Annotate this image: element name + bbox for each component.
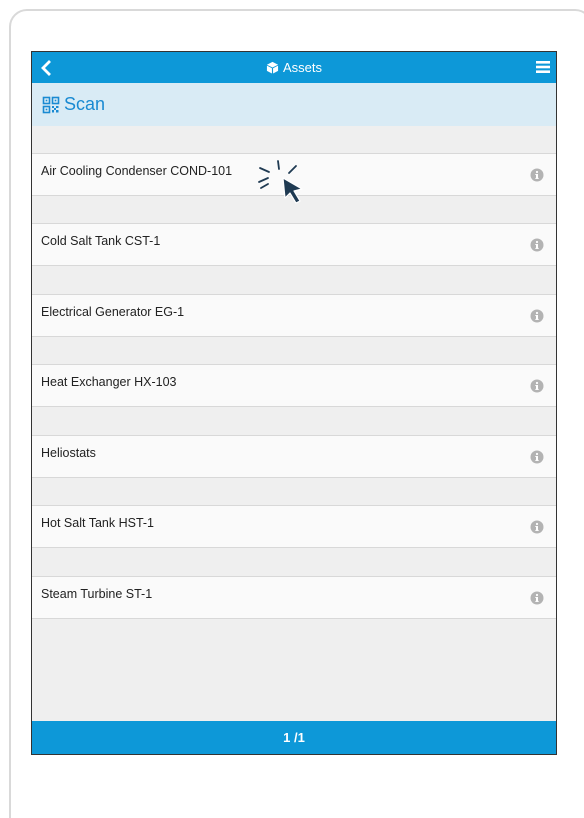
info-icon[interactable] [530,591,544,605]
asset-name: Electrical Generator EG-1 [41,305,185,319]
asset-item-steam-turbine[interactable]: Steam Turbine ST-1 [32,576,556,619]
back-button[interactable] [38,59,56,77]
asset-item-heliostats[interactable]: Heliostats [32,435,556,478]
asset-name: Air Cooling Condenser COND-101 [41,164,233,178]
page-indicator: 1 /1 [283,730,305,745]
asset-item-heat-exchanger[interactable]: Heat Exchanger HX-103 [32,364,556,407]
info-icon[interactable] [530,168,544,182]
info-icon[interactable] [530,450,544,464]
asset-name: Heliostats [41,446,96,460]
info-icon[interactable] [530,309,544,323]
asset-name: Steam Turbine ST-1 [41,587,153,601]
hamburger-menu-icon [536,61,550,73]
scan-button[interactable]: Scan [32,83,556,126]
asset-name: Heat Exchanger HX-103 [41,375,177,389]
header-title-group: Assets [32,52,556,83]
info-icon[interactable] [530,238,544,252]
top-bar: Assets [32,52,556,83]
asset-item-air-cooling-condenser[interactable]: Air Cooling Condenser COND-101 [32,153,556,196]
asset-name: Hot Salt Tank HST-1 [41,516,155,530]
qr-code-icon [42,96,60,113]
asset-name: Cold Salt Tank CST-1 [41,234,161,248]
asset-item-electrical-generator[interactable]: Electrical Generator EG-1 [32,294,556,337]
menu-button[interactable] [535,59,551,75]
info-icon[interactable] [530,520,544,534]
asset-item-hot-salt-tank[interactable]: Hot Salt Tank HST-1 [32,505,556,548]
page-title: Assets [282,60,322,75]
cube-icon [266,61,279,74]
asset-item-cold-salt-tank[interactable]: Cold Salt Tank CST-1 [32,223,556,266]
scan-label: Scan [64,94,106,114]
chevron-left-icon [41,60,51,76]
info-icon[interactable] [530,379,544,393]
pagination-bar: 1 /1 [32,721,556,754]
app-screen: Assets Scan Air Cooling Condenser COND-1… [31,51,557,755]
